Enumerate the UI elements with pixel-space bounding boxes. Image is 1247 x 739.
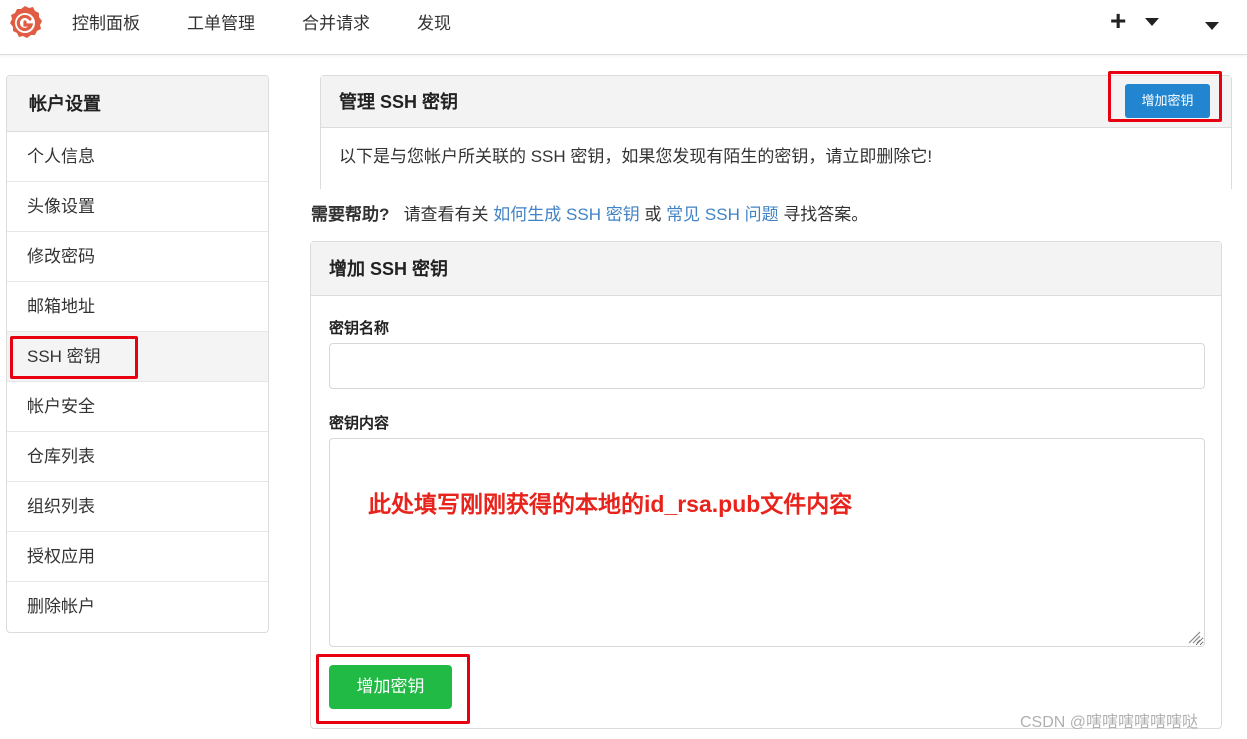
content-annotation-text: 此处填写刚刚获得的本地的id_rsa.pub文件内容	[368, 491, 853, 517]
manage-ssh-keys-title: 管理 SSH 密钥	[339, 92, 459, 112]
sidebar-item-avatar[interactable]: 头像设置	[7, 182, 268, 232]
sidebar-item-email[interactable]: 邮箱地址	[7, 282, 268, 332]
key-name-label: 密钥名称	[329, 320, 390, 337]
sidebar-item-security[interactable]: 帐户安全	[7, 382, 268, 432]
highlight-submit-box	[316, 654, 470, 724]
highlight-ssh-keys-box	[10, 336, 138, 379]
manage-ssh-keys-header: 管理 SSH 密钥 增加密钥	[321, 76, 1231, 128]
top-navbar: 控制面板 工单管理 合并请求 发现 +	[0, 0, 1247, 55]
help-text-mid: 或	[644, 205, 662, 224]
manage-ssh-keys-description: 以下是与您帐户所关联的 SSH 密钥，如果您发现有陌生的密钥，请立即删除它!	[339, 147, 933, 166]
add-ssh-key-title: 增加 SSH 密钥	[311, 242, 1221, 296]
manage-ssh-keys-panel: 管理 SSH 密钥 增加密钥 以下是与您帐户所关联的 SSH 密钥，如果您发现有…	[320, 75, 1232, 189]
help-label: 需要帮助?	[311, 205, 390, 224]
sidebar-item-orgs[interactable]: 组织列表	[7, 482, 268, 532]
sidebar-title: 帐户设置	[7, 76, 268, 132]
key-content-textarea[interactable]	[329, 438, 1205, 647]
csdn-watermark: CSDN @嗐嗐嗐嗐嗐嗐哒	[1020, 714, 1199, 731]
nav-pull-requests[interactable]: 合并请求	[302, 13, 370, 35]
highlight-add-key-header-box	[1108, 71, 1222, 122]
help-text-after: 寻找答案。	[783, 205, 869, 224]
how-to-generate-ssh-key-link[interactable]: 如何生成 SSH 密钥	[493, 205, 639, 224]
help-text: 需要帮助? 请查看有关 如何生成 SSH 密钥 或 常见 SSH 问题 寻找答案…	[311, 203, 868, 227]
gogs-logo-icon[interactable]	[6, 4, 44, 42]
sidebar-item-delete-account[interactable]: 删除帐户	[7, 582, 268, 632]
nav-issues[interactable]: 工单管理	[187, 13, 255, 35]
nav-explore[interactable]: 发现	[417, 13, 451, 35]
nav-dashboard[interactable]: 控制面板	[72, 13, 140, 35]
help-text-before: 请查看有关	[403, 205, 489, 224]
sidebar-item-profile[interactable]: 个人信息	[7, 132, 268, 182]
create-dropdown-caret-icon[interactable]	[1145, 18, 1159, 26]
sidebar-item-password[interactable]: 修改密码	[7, 232, 268, 282]
common-ssh-issues-link[interactable]: 常见 SSH 问题	[666, 205, 778, 224]
sidebar-item-repos[interactable]: 仓库列表	[7, 432, 268, 482]
key-content-label: 密钥内容	[329, 415, 390, 432]
resize-grip-icon[interactable]	[1185, 628, 1201, 644]
key-name-input[interactable]	[329, 343, 1205, 389]
create-new-plus-icon[interactable]: +	[1110, 6, 1126, 36]
user-menu-caret-icon[interactable]	[1205, 22, 1219, 30]
sidebar-item-applications[interactable]: 授权应用	[7, 532, 268, 582]
